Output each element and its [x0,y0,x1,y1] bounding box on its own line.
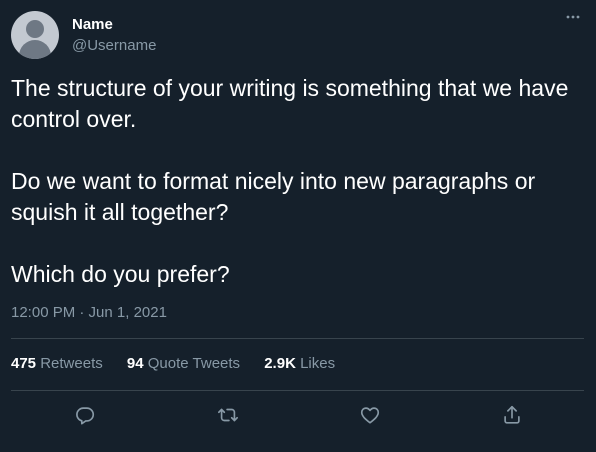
reply-icon [71,404,99,426]
quote-tweets-count: 94 [126,355,144,372]
tweet-paragraph-2: Do we want to format nicely into new par… [11,168,536,225]
tweet-stats: 475 Retweets 94 Quote Tweets 2.9K Likes [11,354,355,374]
tweet-paragraph-3: Which do you prefer? [11,261,230,287]
tweet-actions [0,401,596,429]
like-button[interactable] [356,401,384,429]
avatar-body-shape [19,40,51,59]
more-horizontal-icon [562,15,584,19]
likes-label: Likes [300,355,336,372]
tweet-header: Name @Username [11,11,584,61]
share-button[interactable] [498,401,526,429]
tweet-paragraph-1: The structure of your writing is somethi… [11,75,569,132]
quote-tweets-stat[interactable]: 94 Quote Tweets [127,354,240,374]
divider-bottom [11,390,584,391]
retweets-stat[interactable]: 475 Retweets [11,354,103,374]
retweet-button[interactable] [214,401,242,429]
avatar[interactable] [11,11,59,59]
author-display-name[interactable]: Name [72,16,156,34]
share-icon [498,404,526,426]
retweet-icon [214,404,242,426]
quote-tweets-label: Quote Tweets [147,355,241,372]
tweet-card: Name @Username The structure of your wri… [0,0,596,452]
reply-button[interactable] [71,401,99,429]
tweet-timestamp[interactable]: 12:00 PM · Jun 1, 2021 [11,303,167,323]
divider-top [11,338,584,339]
author-names: Name @Username [72,16,156,55]
more-options-button[interactable] [562,11,584,29]
heart-icon [356,404,384,426]
avatar-head-shape [26,20,44,38]
tweet-content: The structure of your writing is somethi… [11,73,586,290]
author-username[interactable]: @Username [72,37,156,55]
retweets-count: 475 [11,355,37,372]
likes-stat[interactable]: 2.9K Likes [264,354,335,374]
likes-count: 2.9K [264,355,296,372]
retweets-label: Retweets [40,355,103,372]
